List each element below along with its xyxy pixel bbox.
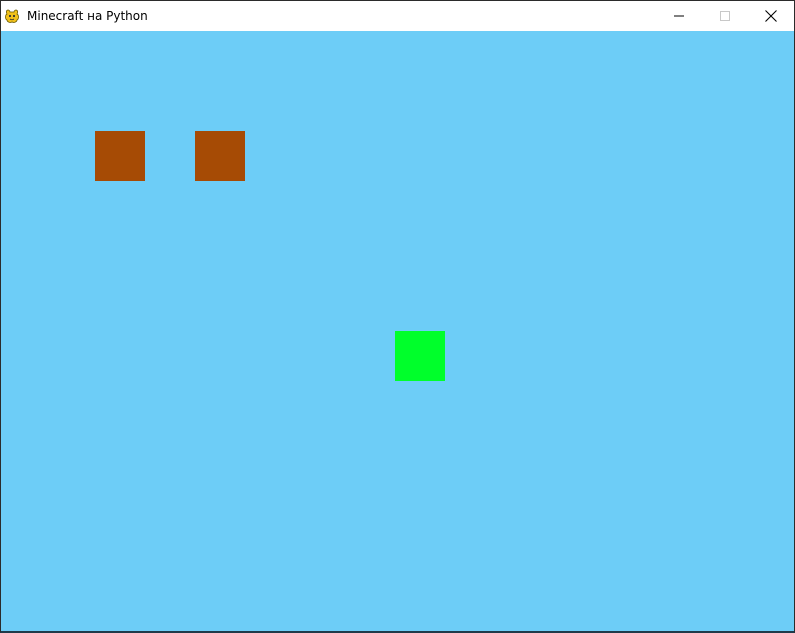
player-block [395, 331, 445, 381]
minimize-icon [674, 11, 684, 21]
window-title: Minecraft на Python [27, 9, 148, 23]
close-button[interactable] [748, 1, 794, 31]
dirt-block [195, 131, 245, 181]
window-controls [656, 1, 794, 31]
close-icon [765, 10, 777, 22]
title-bar[interactable]: Minecraft на Python [1, 1, 794, 31]
game-canvas[interactable] [1, 31, 794, 631]
maximize-icon [720, 11, 730, 21]
maximize-button[interactable] [702, 1, 748, 31]
dirt-block [95, 131, 145, 181]
pygame-snake-icon [4, 8, 20, 24]
app-window: Minecraft на Python [0, 0, 795, 633]
minimize-button[interactable] [656, 1, 702, 31]
